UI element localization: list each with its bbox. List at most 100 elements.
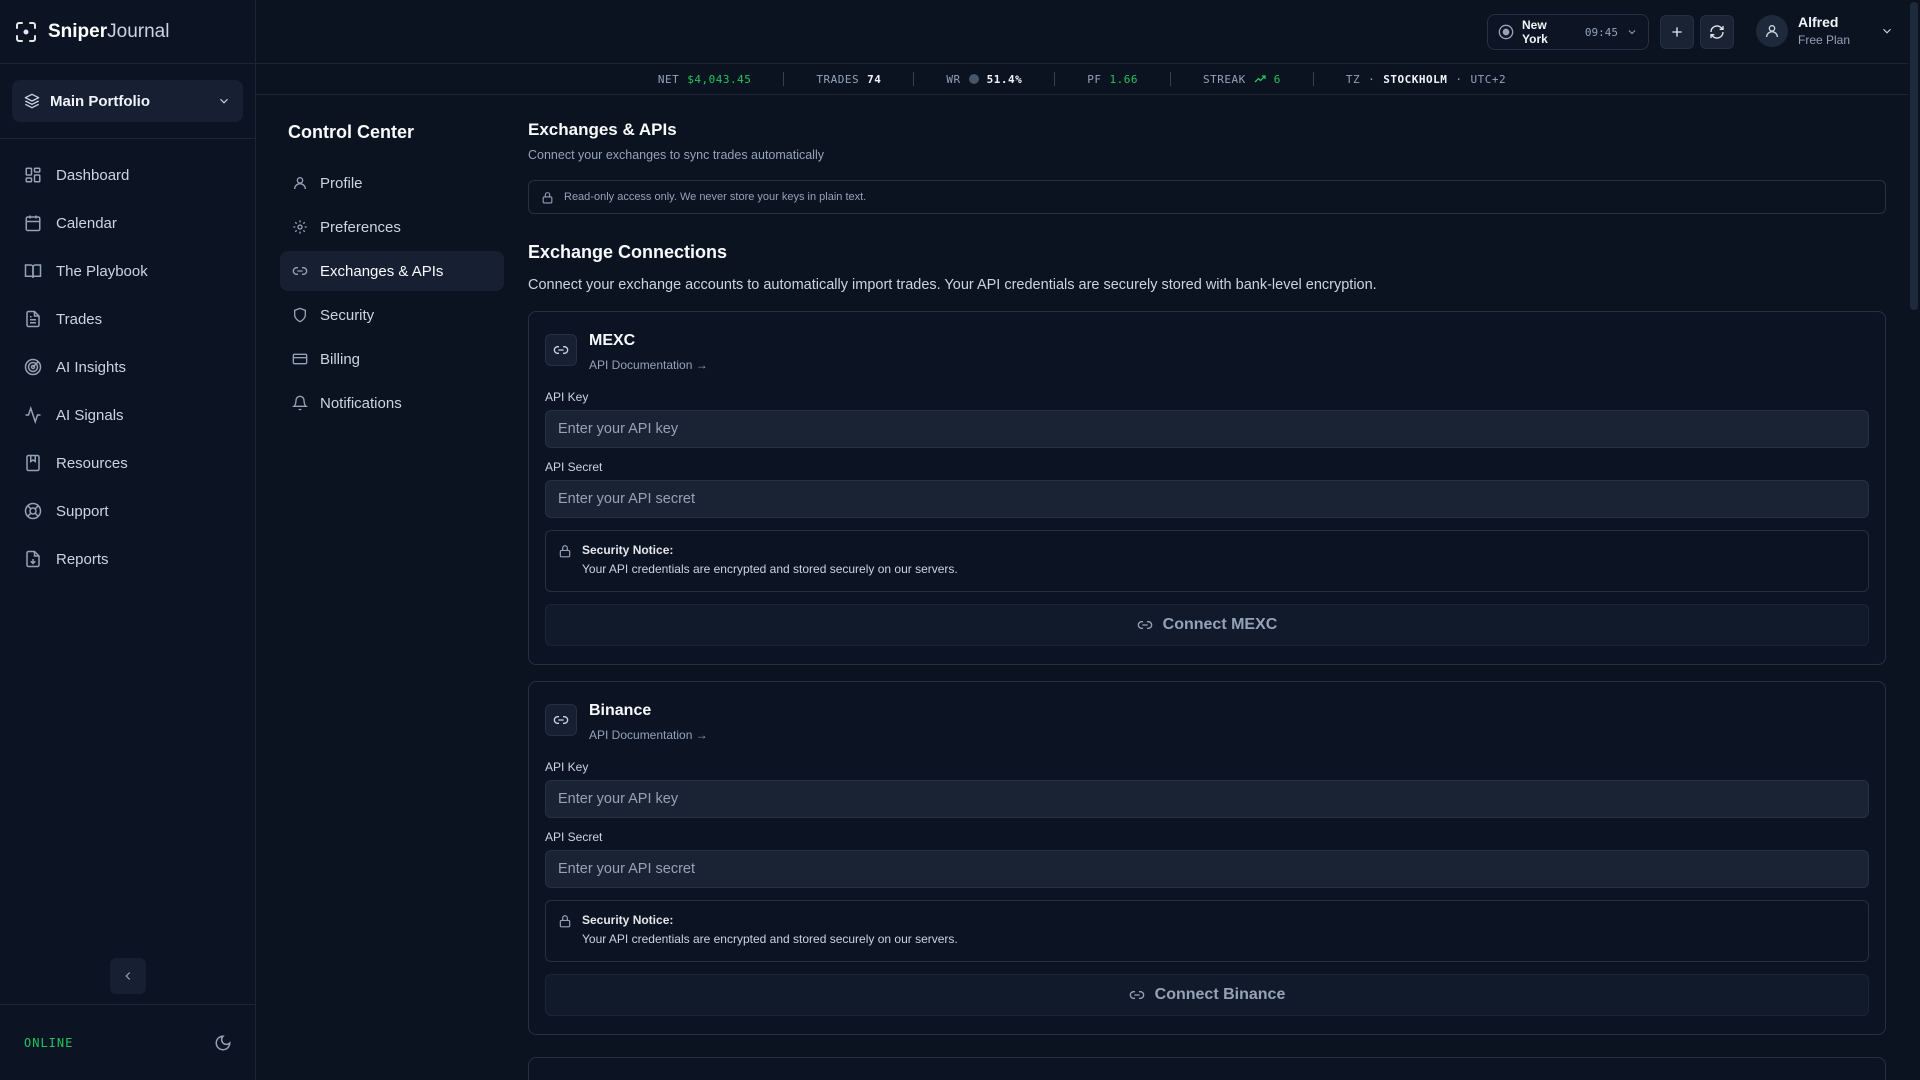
scrollbar[interactable] xyxy=(1908,0,1920,1080)
main-content: Exchanges & APIs Connect your exchanges … xyxy=(528,120,1886,1035)
api-documentation-link[interactable]: API Documentation → xyxy=(589,728,708,742)
shield-icon xyxy=(292,307,308,323)
connection-status: ONLINE xyxy=(24,1035,74,1050)
link-icon xyxy=(545,334,577,366)
portfolio-selector[interactable]: Main Portfolio xyxy=(12,80,243,122)
lifebuoy-icon xyxy=(24,502,42,520)
sidebar-item-ai-signals[interactable]: AI Signals xyxy=(12,395,243,435)
settings-item-preferences[interactable]: Preferences xyxy=(280,207,504,247)
crosshair-logo-icon xyxy=(14,20,38,44)
user-plan: Free Plan xyxy=(1798,33,1851,47)
ticker-label: TRADES xyxy=(816,72,860,86)
exchange-name: MEXC xyxy=(589,332,636,349)
market-time: 09:45 xyxy=(1584,25,1618,39)
market-city: New York xyxy=(1522,18,1548,46)
ticker-timezone: TZ · STOCKHOLM · UTC+2 xyxy=(1314,73,1538,86)
ticker-profit-factor: PF 1.66 xyxy=(1055,73,1170,86)
security-notice: Security Notice: Your API credentials ar… xyxy=(545,530,1869,592)
timezone-offset: UTC+2 xyxy=(1470,72,1507,86)
sidebar-item-trades[interactable]: Trades xyxy=(12,299,243,339)
sidebar-item-playbook[interactable]: The Playbook xyxy=(12,251,243,291)
brand-name-primary: Sniper xyxy=(48,20,108,42)
stats-ticker: NET $4,043.45 TRADES 74 WR 51.4% PF 1.66… xyxy=(256,64,1908,95)
chevron-down-icon xyxy=(217,94,231,108)
notice-text: Read-only access only. We never store yo… xyxy=(564,191,867,203)
api-key-label: API Key xyxy=(545,760,589,774)
exchange-card-next xyxy=(528,1057,1886,1080)
settings-title: Control Center xyxy=(288,122,414,142)
activity-icon xyxy=(24,406,42,424)
user-menu[interactable]: Alfred Free Plan xyxy=(1756,14,1894,47)
settings-item-profile[interactable]: Profile xyxy=(280,163,504,203)
user-name: Alfred xyxy=(1798,14,1839,30)
sidebar-item-ai-insights[interactable]: AI Insights xyxy=(12,347,243,387)
sidebar-item-label: Support xyxy=(56,502,109,520)
link-icon xyxy=(545,704,577,736)
settings-item-exchanges[interactable]: Exchanges & APIs xyxy=(280,251,504,291)
ticker-label: TZ xyxy=(1345,72,1361,86)
settings-item-security[interactable]: Security xyxy=(280,295,504,335)
api-key-input[interactable] xyxy=(545,780,1869,818)
collapse-sidebar-button[interactable] xyxy=(110,958,146,994)
chevron-left-icon xyxy=(121,969,135,983)
sidebar-item-label: AI Insights xyxy=(56,358,127,376)
market-clock-selector[interactable]: New York 09:45 xyxy=(1487,14,1649,50)
link-icon xyxy=(292,263,308,279)
security-notice-text: Your API credentials are encrypted and s… xyxy=(582,562,958,576)
add-trade-button[interactable] xyxy=(1660,15,1694,49)
sidebar-item-label: Dashboard xyxy=(56,166,130,184)
api-documentation-link[interactable]: API Documentation → xyxy=(589,358,708,372)
settings-item-label: Security xyxy=(320,306,375,324)
lock-icon xyxy=(558,543,572,579)
profit-factor-value: 1.66 xyxy=(1109,72,1138,86)
streak-value: 6 xyxy=(1273,72,1281,86)
api-secret-input[interactable] xyxy=(545,480,1869,518)
sidebar-item-label: Calendar xyxy=(56,214,117,232)
sidebar: Sniper Journal Main Portfolio Dashboard … xyxy=(0,0,256,1080)
plus-icon xyxy=(1669,24,1685,40)
ticker-label: PF xyxy=(1087,72,1102,86)
api-secret-input[interactable] xyxy=(545,850,1869,888)
page-title: Exchanges & APIs xyxy=(528,120,677,139)
security-notice: Security Notice: Your API credentials ar… xyxy=(545,900,1869,962)
api-key-input[interactable] xyxy=(545,410,1869,448)
connect-mexc-button[interactable]: Connect MEXC xyxy=(545,604,1869,646)
ticker-winrate: WR 51.4% xyxy=(914,73,1054,86)
sidebar-item-label: AI Signals xyxy=(56,406,124,424)
section-title: Exchange Connections xyxy=(528,242,728,262)
scrollbar-thumb[interactable] xyxy=(1910,2,1918,310)
exchange-name: Binance xyxy=(589,702,652,719)
sidebar-item-calendar[interactable]: Calendar xyxy=(12,203,243,243)
exchange-card-mexc: MEXC API Documentation → API Key API Sec… xyxy=(528,311,1886,665)
gear-icon xyxy=(292,219,308,235)
brand-name-secondary: Journal xyxy=(107,20,170,42)
api-secret-label: API Secret xyxy=(545,460,603,474)
ticker-streak: STREAK 6 xyxy=(1171,73,1313,86)
ticker-trades: TRADES 74 xyxy=(784,73,913,86)
security-notice-title: Security Notice: xyxy=(582,913,674,927)
refresh-button[interactable] xyxy=(1700,15,1734,49)
radar-icon xyxy=(24,358,42,376)
security-notice-title: Security Notice: xyxy=(582,543,674,557)
sidebar-item-resources[interactable]: Resources xyxy=(12,443,243,483)
settings-item-billing[interactable]: Billing xyxy=(280,339,504,379)
moon-icon[interactable] xyxy=(214,1034,232,1052)
settings-item-label: Exchanges & APIs xyxy=(320,262,444,280)
brand[interactable]: Sniper Journal xyxy=(0,0,255,64)
api-key-label: API Key xyxy=(545,390,589,404)
connect-binance-button[interactable]: Connect Binance xyxy=(545,974,1869,1016)
sidebar-item-dashboard[interactable]: Dashboard xyxy=(12,155,243,195)
section-description: Connect your exchange accounts to automa… xyxy=(528,277,1377,293)
bell-icon xyxy=(292,395,308,411)
sidebar-item-support[interactable]: Support xyxy=(12,491,243,531)
sidebar-item-reports[interactable]: Reports xyxy=(12,539,243,579)
settings-item-notifications[interactable]: Notifications xyxy=(280,383,504,423)
chevron-down-icon xyxy=(1880,24,1894,38)
winrate-value: 51.4% xyxy=(986,72,1023,86)
settings-item-label: Notifications xyxy=(320,394,402,412)
settings-item-label: Profile xyxy=(320,174,363,192)
settings-item-label: Billing xyxy=(320,350,361,368)
separator-dot: · xyxy=(1455,72,1463,86)
ticker-net: NET $4,043.45 xyxy=(626,73,783,86)
credit-card-icon xyxy=(292,351,308,367)
